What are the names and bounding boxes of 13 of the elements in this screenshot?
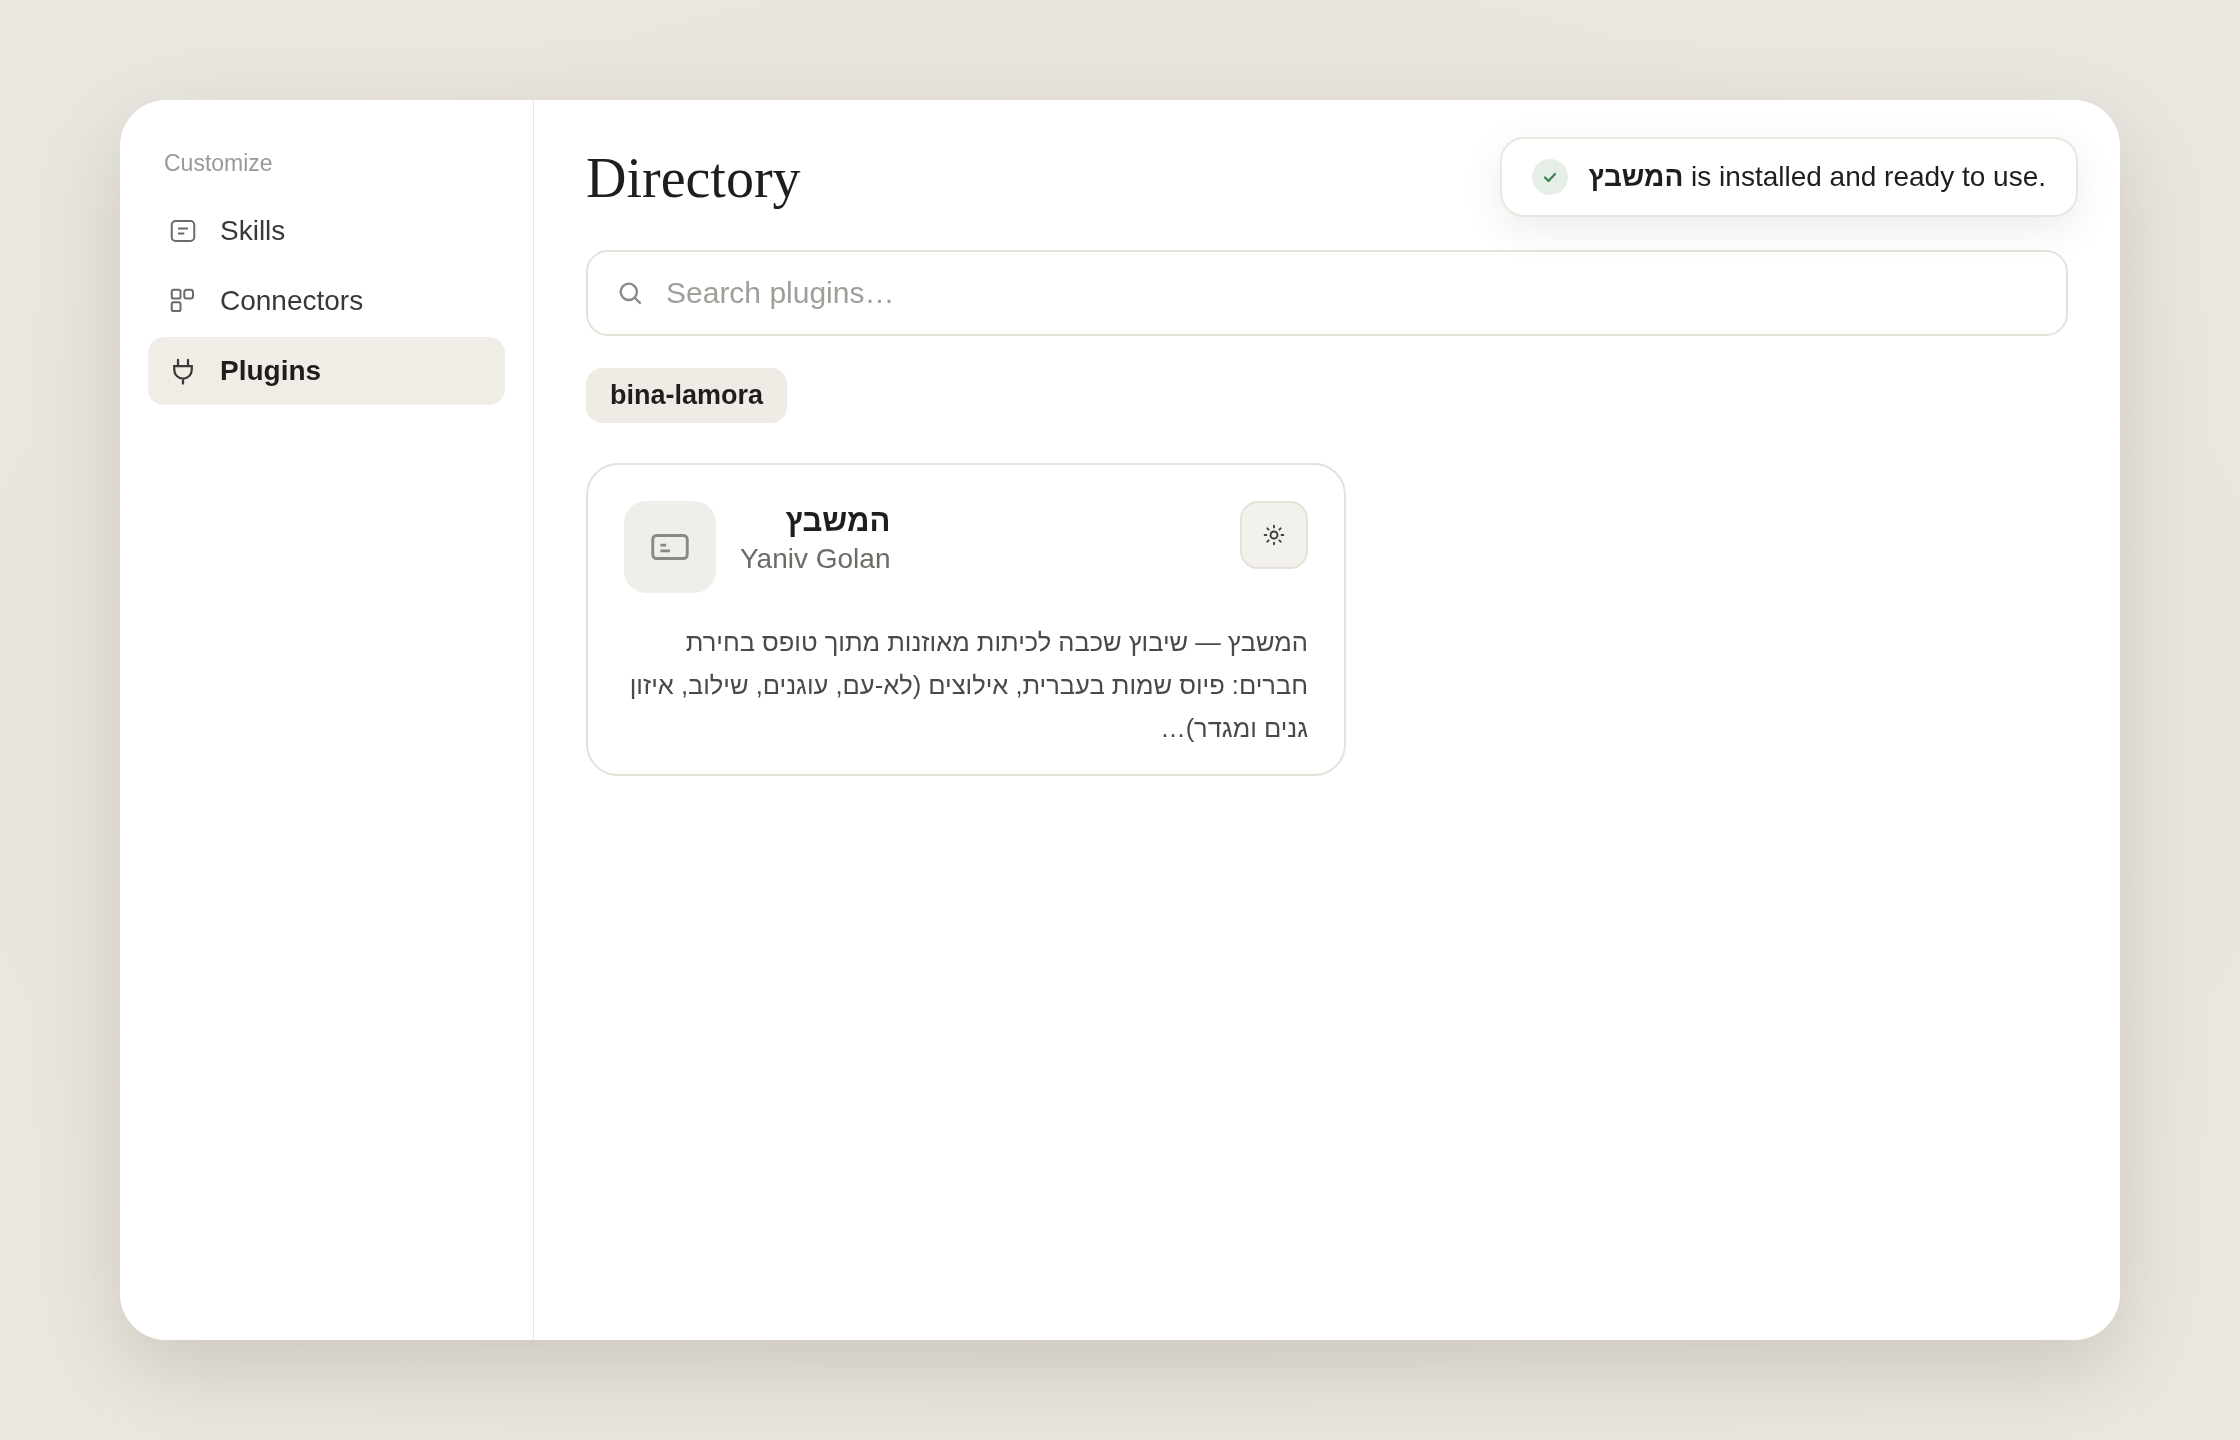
plugin-author: Yaniv Golan: [740, 543, 891, 575]
page-title: Directory: [586, 146, 801, 210]
sidebar-item[interactable]: Connectors: [148, 267, 505, 335]
search-field[interactable]: Search plugins…: [586, 250, 2068, 336]
plugin-icon: [624, 501, 716, 593]
filter-chip[interactable]: bina-lamora: [586, 368, 788, 423]
plugin-description: המשבץ — שיבוץ שכבה לכיתות מאוזנות מתוך טופס בחירת חברים: פיוס שמות בעברית, אילוצים (לא-עם, עוגנים, שילוב, איזון גנים ומגדר)…: [628, 627, 1308, 744]
check-icon: [1532, 159, 1569, 195]
settings-button[interactable]: [1240, 501, 1308, 569]
sidebar-item[interactable]: Skills: [148, 197, 505, 265]
sidebar-item[interactable]: Plugins: [148, 337, 505, 405]
plugin-name: המשבץ: [785, 503, 891, 539]
sidebar-heading: Customize: [163, 150, 274, 177]
